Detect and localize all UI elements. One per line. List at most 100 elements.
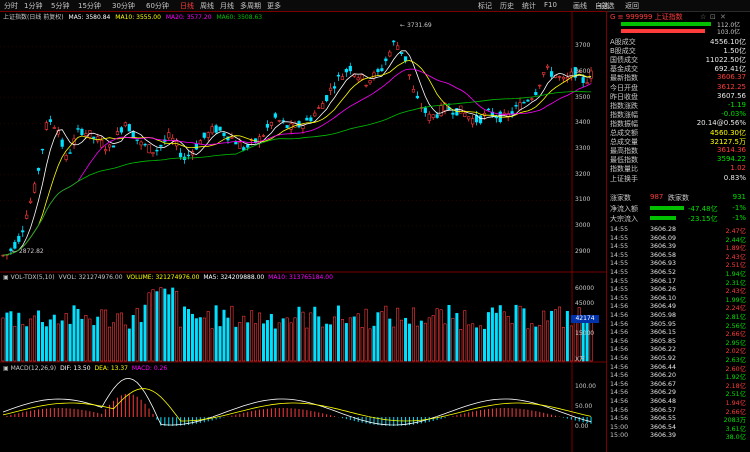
tick-row: 14:56 3606.67 2.18亿	[610, 380, 746, 390]
volume-bar	[459, 329, 463, 362]
candle-body	[356, 77, 360, 81]
stat-row: 指数量比 1.02	[610, 164, 746, 174]
volume-bar	[317, 316, 321, 362]
candle-body	[431, 114, 435, 118]
toolbar-action-0[interactable]: 标记	[478, 1, 492, 11]
volume-bar	[214, 305, 218, 362]
candle-body	[435, 114, 439, 118]
toolbar-extra-1[interactable]: 返回	[625, 1, 639, 11]
toolbar-action-3[interactable]: F10	[544, 1, 557, 9]
period-tab-7[interactable]: 周线	[200, 1, 214, 11]
volume-bar	[435, 308, 439, 362]
volume-bar	[64, 313, 68, 362]
volume-bar	[179, 326, 183, 362]
candle-body	[321, 103, 325, 109]
ma5-legend: MA5: 3580.84	[68, 14, 111, 21]
volume-bar	[439, 309, 443, 362]
volume-bar	[313, 306, 317, 362]
period-tab-4[interactable]: 30分钟	[112, 1, 135, 11]
low-price-label: ← 2872.82	[12, 248, 44, 255]
candle-body	[194, 143, 198, 150]
price-axis-tick: 3100	[575, 196, 591, 204]
candle-body	[32, 183, 37, 193]
candle-body	[115, 131, 120, 135]
volume-bar	[538, 325, 542, 362]
toolbar-action-2[interactable]: 统计	[522, 1, 536, 11]
high-price-label: ← 3731.69	[400, 22, 432, 29]
candle-body	[214, 125, 218, 133]
volume-bar	[285, 317, 289, 362]
window-icon[interactable]: ⊡	[710, 13, 716, 21]
stat-row: 指数涨幅 -0.03%	[610, 109, 746, 119]
period-tab-1[interactable]: 1分钟	[24, 1, 42, 11]
volume-bar	[92, 325, 96, 362]
period-tab-5[interactable]: 60分钟	[146, 1, 169, 11]
volume-bar	[297, 306, 301, 362]
volume-bar	[100, 309, 104, 362]
candle-body	[167, 132, 171, 139]
tick-row: 14:56 3606.20 1.92亿	[610, 372, 746, 382]
volume-bar	[380, 311, 384, 362]
volume-bar	[56, 323, 60, 362]
candle-body	[96, 136, 100, 142]
candle-body	[44, 122, 49, 130]
candle-body	[439, 105, 443, 117]
candle-body	[68, 152, 72, 154]
toolbar-extra-0[interactable]: -自选	[598, 1, 615, 11]
price-axis-tick: 3200	[575, 170, 591, 178]
volume-bar	[482, 328, 486, 362]
volume-bar	[183, 306, 187, 362]
volume-bar	[25, 326, 29, 362]
volume-bar	[427, 317, 431, 362]
candle-body	[403, 56, 408, 62]
period-tab-3[interactable]: 15分钟	[78, 1, 101, 11]
volume-bar	[502, 311, 506, 362]
volume-bar	[143, 304, 147, 362]
period-tab-2[interactable]: 5分钟	[51, 1, 69, 11]
volume-legend: ▣ VOL-TDX(5,10) VVOL: 321274976.00 VOLUM…	[3, 274, 333, 281]
volume-bar	[151, 289, 155, 362]
candle-body	[159, 144, 163, 147]
toolbar-action-4[interactable]: 画线	[573, 1, 587, 11]
volume-bar	[451, 317, 455, 362]
toolbar-action-1[interactable]: 历史	[500, 1, 514, 11]
volume-bar-2	[621, 29, 705, 33]
volume-bar	[198, 317, 202, 362]
volume-axis-tick: 15000	[575, 330, 595, 337]
period-tab-10[interactable]: 更多	[267, 1, 281, 11]
volume-bar	[261, 323, 265, 362]
volume-bar	[415, 325, 419, 362]
candle-body	[317, 107, 321, 109]
volume-bar	[190, 313, 194, 362]
volume-bar	[206, 311, 210, 362]
main-chart-title: 上证指数(日线 前复权) MA5: 3580.84 MA10: 3555.00 …	[3, 14, 263, 21]
volume-bar	[360, 327, 364, 362]
candle-body	[561, 76, 566, 80]
volume-bar	[13, 325, 17, 362]
candle-body	[143, 143, 147, 146]
volume-bar	[234, 326, 238, 362]
price-axis-tick: 2900	[575, 247, 591, 255]
candle-body	[155, 149, 159, 152]
price-axis-tick: 3000	[575, 221, 591, 229]
candle-body	[80, 128, 84, 135]
candle-body	[36, 167, 41, 171]
volume-bar	[329, 324, 333, 362]
volume-bar	[344, 323, 348, 362]
advance-decline: 涨家数 987 跌家数 931	[610, 193, 746, 202]
volume-bar	[546, 320, 550, 362]
volume-bar	[372, 325, 376, 362]
favorite-icon[interactable]: ☆	[700, 13, 706, 21]
candle-body	[29, 200, 33, 203]
period-tab-8[interactable]: 月线	[220, 1, 234, 11]
period-tab-6[interactable]: 日线	[180, 1, 194, 11]
candle-body	[206, 132, 210, 138]
volume-bar	[273, 328, 277, 362]
candle-body	[526, 99, 530, 102]
kline-chart-area[interactable]	[0, 11, 606, 452]
period-tab-0[interactable]: 分时	[4, 1, 18, 11]
volume-bar	[309, 312, 313, 362]
candle-body	[478, 115, 483, 124]
close-icon[interactable]: ✕	[720, 13, 726, 21]
period-tab-9[interactable]: 多周期	[240, 1, 261, 11]
